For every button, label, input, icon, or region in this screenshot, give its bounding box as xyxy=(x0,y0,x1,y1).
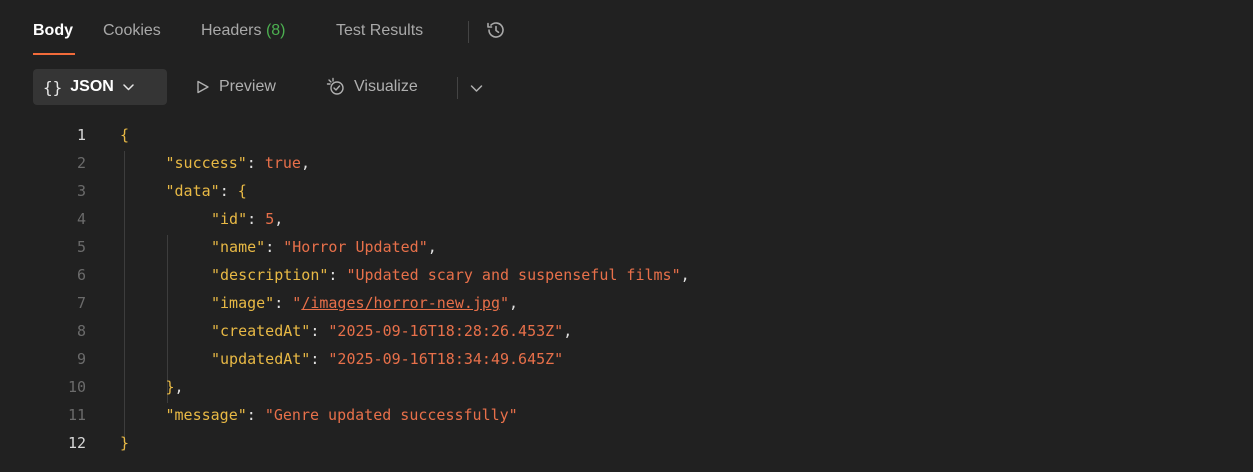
line-number: 10 xyxy=(67,378,86,396)
line-number: 6 xyxy=(76,266,86,284)
line-number: 3 xyxy=(76,182,86,200)
tab-body[interactable]: Body xyxy=(33,22,73,40)
line-number: 12 xyxy=(67,434,86,452)
code-text: { xyxy=(120,121,129,149)
code-token: , xyxy=(174,378,184,396)
code-text: "image": "/images/horror-new.jpg", xyxy=(211,289,518,317)
code-token: , xyxy=(300,154,310,172)
code-token: "2025-09-16T18:34:49.645Z" xyxy=(328,350,564,368)
code-token: } xyxy=(165,378,175,396)
code-token: , xyxy=(509,294,519,312)
code-token: 5 xyxy=(265,210,275,228)
code-line: 2 "success": true, xyxy=(0,149,1253,177)
code-token: } xyxy=(120,434,130,452)
code-token: { xyxy=(120,126,130,144)
format-select-label: JSON xyxy=(70,78,114,95)
code-text: }, xyxy=(166,373,184,401)
line-number: 1 xyxy=(76,126,86,144)
tab-headers[interactable]: Headers (8) xyxy=(201,22,286,40)
code-text: "success": true, xyxy=(166,149,311,177)
preview-label: Preview xyxy=(219,78,276,95)
code-line: 11 "message": "Genre updated successfully… xyxy=(0,401,1253,429)
code-token: : xyxy=(246,406,265,424)
code-token: : xyxy=(310,322,329,340)
code-token: "Horror Updated" xyxy=(283,238,428,256)
code-text: "data": { xyxy=(166,177,247,205)
format-select[interactable]: {} JSON xyxy=(33,69,167,105)
code-token: "2025-09-16T18:28:26.453Z" xyxy=(328,322,564,340)
code-text: "name": "Horror Updated", xyxy=(211,233,437,261)
line-number: 4 xyxy=(76,210,86,228)
image-link[interactable]: /images/horror-new.jpg xyxy=(301,294,500,312)
line-number: 9 xyxy=(76,350,86,368)
code-token: , xyxy=(680,266,690,284)
code-token: , xyxy=(274,210,284,228)
code-token: : xyxy=(265,238,284,256)
code-line: 5 "name": "Horror Updated", xyxy=(0,233,1253,261)
code-token: "success" xyxy=(165,154,247,172)
code-text: "id": 5, xyxy=(211,205,283,233)
active-tab-indicator xyxy=(33,53,75,55)
history-icon[interactable] xyxy=(484,19,506,41)
line-number: 11 xyxy=(67,406,86,424)
code-text: "description": "Updated scary and suspen… xyxy=(211,261,690,289)
code-token: "data" xyxy=(165,182,220,200)
tab-cookies[interactable]: Cookies xyxy=(103,22,161,40)
visualize-button[interactable]: Visualize xyxy=(326,69,418,105)
line-number: 5 xyxy=(76,238,86,256)
visualize-icon xyxy=(326,77,344,95)
code-token: , xyxy=(427,238,437,256)
code-token: : xyxy=(328,266,347,284)
response-tabbar: Body Cookies Headers (8) Test Results xyxy=(0,0,1253,60)
code-token: "Genre updated successfully" xyxy=(264,406,518,424)
code-token: " xyxy=(292,294,302,312)
code-token: : xyxy=(219,182,238,200)
code-line: 10}, xyxy=(0,373,1253,401)
line-number: 2 xyxy=(76,154,86,172)
tab-headers-label: Headers xyxy=(201,22,262,39)
code-line: 12} xyxy=(0,429,1253,457)
code-line: 3 "data": { xyxy=(0,177,1253,205)
code-token: "updatedAt" xyxy=(211,350,311,368)
code-token: : xyxy=(247,210,266,228)
code-line: 7 "image": "/images/horror-new.jpg", xyxy=(0,289,1253,317)
code-token: , xyxy=(563,322,573,340)
json-braces-icon: {} xyxy=(43,77,63,97)
code-token: "id" xyxy=(211,210,248,228)
code-token: : xyxy=(274,294,293,312)
code-text: } xyxy=(120,429,129,457)
response-body-editor[interactable]: 1{2 "success": true, 3 "data": {4 "id": 5, 5 "… xyxy=(0,117,1253,472)
play-icon xyxy=(197,80,209,94)
visualize-label: Visualize xyxy=(354,78,418,95)
chevron-down-icon[interactable] xyxy=(470,84,483,93)
tab-test-results[interactable]: Test Results xyxy=(336,22,423,40)
code-token: "message" xyxy=(165,406,247,424)
code-token: "image" xyxy=(211,294,275,312)
code-token: "Updated scary and suspenseful films" xyxy=(346,266,681,284)
code-token: "createdAt" xyxy=(211,322,311,340)
code-line: 9 "updatedAt": "2025-09-16T18:34:49.645Z" xyxy=(0,345,1253,373)
toolbar-divider xyxy=(457,77,458,99)
code-text: "updatedAt": "2025-09-16T18:34:49.645Z" xyxy=(211,345,563,373)
code-token: "name" xyxy=(211,238,266,256)
code-token: { xyxy=(237,182,247,200)
chevron-down-icon xyxy=(123,84,134,91)
headers-count-badge: (8) xyxy=(265,22,286,39)
code-line: 6 "description": "Updated scary and suspe… xyxy=(0,261,1253,289)
code-token: true xyxy=(264,154,301,172)
code-text: "createdAt": "2025-09-16T18:28:26.453Z", xyxy=(211,317,572,345)
code-text: "message": "Genre updated successfully" xyxy=(166,401,518,429)
code-line: 8 "createdAt": "2025-09-16T18:28:26.453Z"… xyxy=(0,317,1253,345)
line-number: 8 xyxy=(76,322,86,340)
code-token: : xyxy=(246,154,265,172)
preview-button[interactable]: Preview xyxy=(195,69,276,105)
code-token: "description" xyxy=(211,266,329,284)
code-line: 4 "id": 5, xyxy=(0,205,1253,233)
tab-divider xyxy=(468,21,469,43)
line-number: 7 xyxy=(76,294,86,312)
code-token: : xyxy=(310,350,329,368)
code-line: 1{ xyxy=(0,121,1253,149)
code-token: " xyxy=(500,294,510,312)
